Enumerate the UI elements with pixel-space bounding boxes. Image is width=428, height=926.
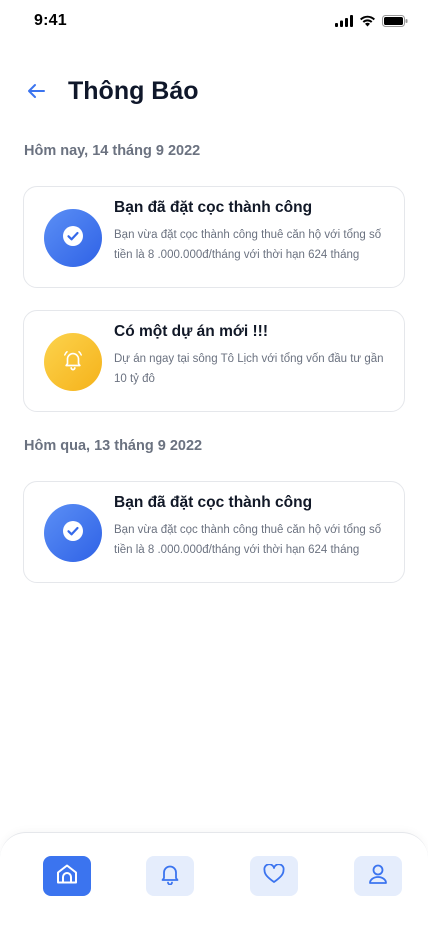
check-circle-icon (62, 520, 84, 547)
battery-icon (382, 14, 408, 32)
bell-icon (62, 349, 84, 376)
home-icon (55, 863, 79, 890)
notification-body: Dự án ngay tại sông Tô Lịch với tổng vốn… (114, 353, 384, 385)
notification-body: Bạn vừa đặt cọc thành công thuê căn hộ v… (114, 229, 382, 261)
notification-title: Bạn đã đặt cọc thành công (114, 199, 313, 216)
page-title: Thông Báo (68, 77, 199, 105)
notification-title: Có một dự án mới !!! (114, 323, 268, 340)
section-date-yesterday: Hôm qua, 13 tháng 9 2022 (24, 438, 203, 454)
back-button[interactable] (24, 81, 48, 105)
bell-icon (160, 863, 180, 890)
section-date-today: Hôm nay, 14 tháng 9 2022 (24, 143, 201, 159)
heart-icon (263, 862, 285, 889)
notification-icon-badge (44, 209, 102, 267)
arrow-left-icon (26, 83, 46, 104)
nav-home-button[interactable] (43, 856, 91, 896)
nav-profile-button[interactable] (354, 856, 402, 896)
notification-icon-badge (44, 504, 102, 562)
check-circle-icon (62, 225, 84, 252)
nav-favorites-button[interactable] (250, 856, 298, 896)
signal-icon (335, 14, 353, 32)
notification-card[interactable]: Bạn đã đặt cọc thành công Bạn vừa đặt cọ… (23, 481, 405, 583)
status-bar: 9:41 (0, 0, 428, 44)
notification-body: Bạn vừa đặt cọc thành công thuê căn hộ v… (114, 524, 382, 556)
notification-icon-badge (44, 333, 102, 391)
notification-card[interactable]: Có một dự án mới !!! Dự án ngay tại sông… (23, 310, 405, 412)
header: Thông Báo (0, 76, 428, 110)
status-icons (335, 14, 408, 32)
bottom-nav (0, 832, 428, 926)
nav-notifications-button[interactable] (146, 856, 194, 896)
notification-card[interactable]: Bạn đã đặt cọc thành công Bạn vừa đặt cọ… (23, 186, 405, 288)
notification-title: Bạn đã đặt cọc thành công (114, 494, 313, 511)
wifi-icon (359, 14, 376, 32)
user-icon (368, 863, 388, 890)
status-time: 9:41 (34, 12, 67, 29)
